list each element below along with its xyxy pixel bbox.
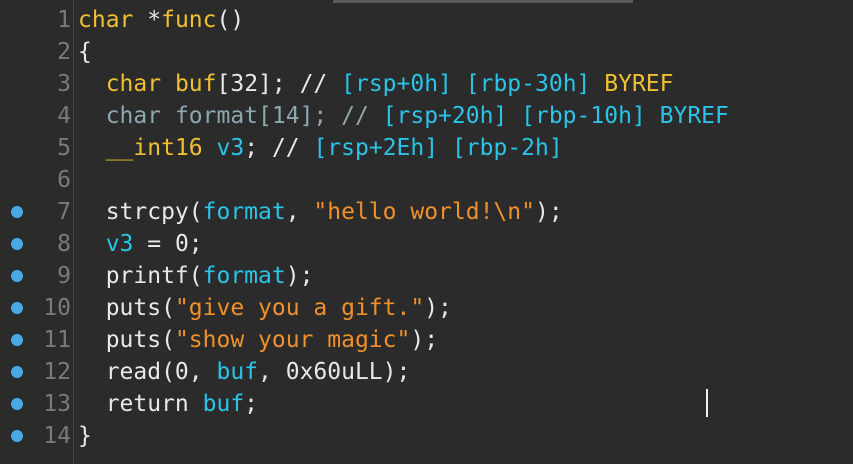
- code-text: }: [78, 420, 92, 452]
- horizontal-scrollbar[interactable]: [0, 0, 853, 3]
- line-number: 8: [57, 231, 71, 257]
- scrollbar-thumb[interactable]: [333, 0, 633, 3]
- code-token: buf: [202, 391, 245, 417]
- code-token: puts(: [78, 327, 175, 353]
- code-token: [rbp-30h]: [465, 71, 591, 97]
- code-text: puts("show your magic");: [78, 324, 438, 356]
- code-editor[interactable]: 1 char *func() 2{3 char buf[32]; // [rsp+0…: [0, 0, 853, 464]
- code-token: *: [133, 7, 162, 33]
- code-token: );: [285, 263, 314, 289]
- line-number: 13: [43, 391, 71, 417]
- code-line[interactable]: 14}: [0, 420, 853, 452]
- line-number: 5: [57, 135, 71, 161]
- code-token: [32]; //: [216, 71, 342, 97]
- code-token: char: [105, 71, 162, 97]
- code-token: return: [78, 391, 203, 417]
- code-text: strcpy(format, "hello world!\n");: [78, 196, 563, 228]
- line-number: 11: [43, 327, 71, 353]
- code-text: puts("give you a gift.");: [78, 292, 452, 324]
- line-number: 14: [43, 423, 71, 449]
- code-text: {: [78, 36, 92, 68]
- code-line[interactable]: 3 char buf[32]; // [rsp+0h] [rbp-30h] BY…: [0, 68, 853, 100]
- code-text: __int16 v3; // [rsp+2Eh] [rbp-2h]: [78, 132, 563, 164]
- code-token: read(0,: [78, 359, 217, 385]
- line-number: 3: [57, 71, 71, 97]
- code-line[interactable]: 11 puts("show your magic");: [0, 324, 853, 356]
- code-text: return buf;: [78, 388, 258, 420]
- code-token: "hello world!\n": [313, 199, 535, 225]
- code-token: char format[14]; //: [105, 103, 383, 129]
- line-number: 1: [57, 7, 71, 33]
- code-token: [rbp-10h]: [521, 103, 646, 129]
- code-line[interactable]: 4 char format[14]; // [rsp+20h] [rbp-10h…: [0, 100, 853, 132]
- code-line[interactable]: 8 v3 = 0;: [0, 228, 853, 260]
- code-token: }: [78, 423, 92, 449]
- code-token: ;: [244, 391, 259, 417]
- code-token: format: [202, 199, 286, 225]
- code-token: ,: [285, 199, 314, 225]
- code-token: buf: [216, 359, 259, 385]
- code-token: [rsp+0h]: [341, 71, 452, 97]
- code-text: char format[14]; // [rsp+20h] [rbp-10h] …: [78, 100, 729, 132]
- code-token: BYREF: [604, 71, 674, 97]
- code-line[interactable]: 12 read(0, buf, 0x60uLL);: [0, 356, 853, 388]
- line-number: 2: [57, 39, 71, 65]
- code-line[interactable]: 1 char *func(): [0, 4, 853, 36]
- code-token: , 0x60uLL);: [258, 359, 411, 385]
- code-token: printf(: [78, 263, 203, 289]
- code-text: v3 = 0;: [78, 228, 203, 260]
- line-number: 9: [57, 263, 71, 289]
- line-number: 10: [43, 295, 71, 321]
- code-line[interactable]: 7 strcpy(format, "hello world!\n");: [0, 196, 853, 228]
- code-line[interactable]: 9 printf(format);: [0, 260, 853, 292]
- code-token: func: [161, 7, 217, 33]
- code-line[interactable]: 6: [0, 164, 853, 196]
- code-token: __int16: [105, 135, 203, 161]
- code-token: "give you a gift.": [174, 295, 425, 321]
- code-line[interactable]: 2{: [0, 36, 853, 68]
- code-token: [rsp+2Eh]: [313, 135, 439, 161]
- code-text: char *func(): [78, 4, 244, 36]
- text-cursor: [706, 389, 708, 417]
- code-token: [rbp-2h]: [451, 135, 563, 161]
- code-line[interactable]: 10 puts("give you a gift.");: [0, 292, 853, 324]
- line-number: 12: [43, 359, 71, 385]
- code-token: (): [216, 7, 245, 33]
- code-token: = 0;: [133, 231, 203, 257]
- line-number: 4: [57, 103, 71, 129]
- code-token: );: [534, 199, 563, 225]
- line-number: 6: [57, 167, 71, 193]
- code-token: BYREF: [659, 103, 729, 129]
- code-line[interactable]: 13 return buf;: [0, 388, 853, 420]
- code-token: ; //: [244, 135, 314, 161]
- code-token: );: [424, 295, 452, 321]
- code-token: char: [78, 7, 134, 33]
- code-token: strcpy(: [78, 199, 203, 225]
- code-token: format: [202, 263, 286, 289]
- code-token: "show your magic": [174, 327, 411, 353]
- code-token: {: [78, 39, 92, 65]
- code-token: buf: [174, 71, 217, 97]
- code-token: [rsp+20h]: [382, 103, 508, 129]
- code-text: printf(format);: [78, 260, 314, 292]
- code-token: puts(: [78, 295, 175, 321]
- code-token: v3: [216, 135, 245, 161]
- code-text: char buf[32]; // [rsp+0h] [rbp-30h] BYRE…: [78, 68, 674, 100]
- code-text: read(0, buf, 0x60uLL);: [78, 356, 411, 388]
- line-number: 7: [57, 199, 71, 225]
- code-token: v3: [105, 231, 134, 257]
- code-token: );: [410, 327, 439, 353]
- code-line[interactable]: 5 __int16 v3; // [rsp+2Eh] [rbp-2h]: [0, 132, 853, 164]
